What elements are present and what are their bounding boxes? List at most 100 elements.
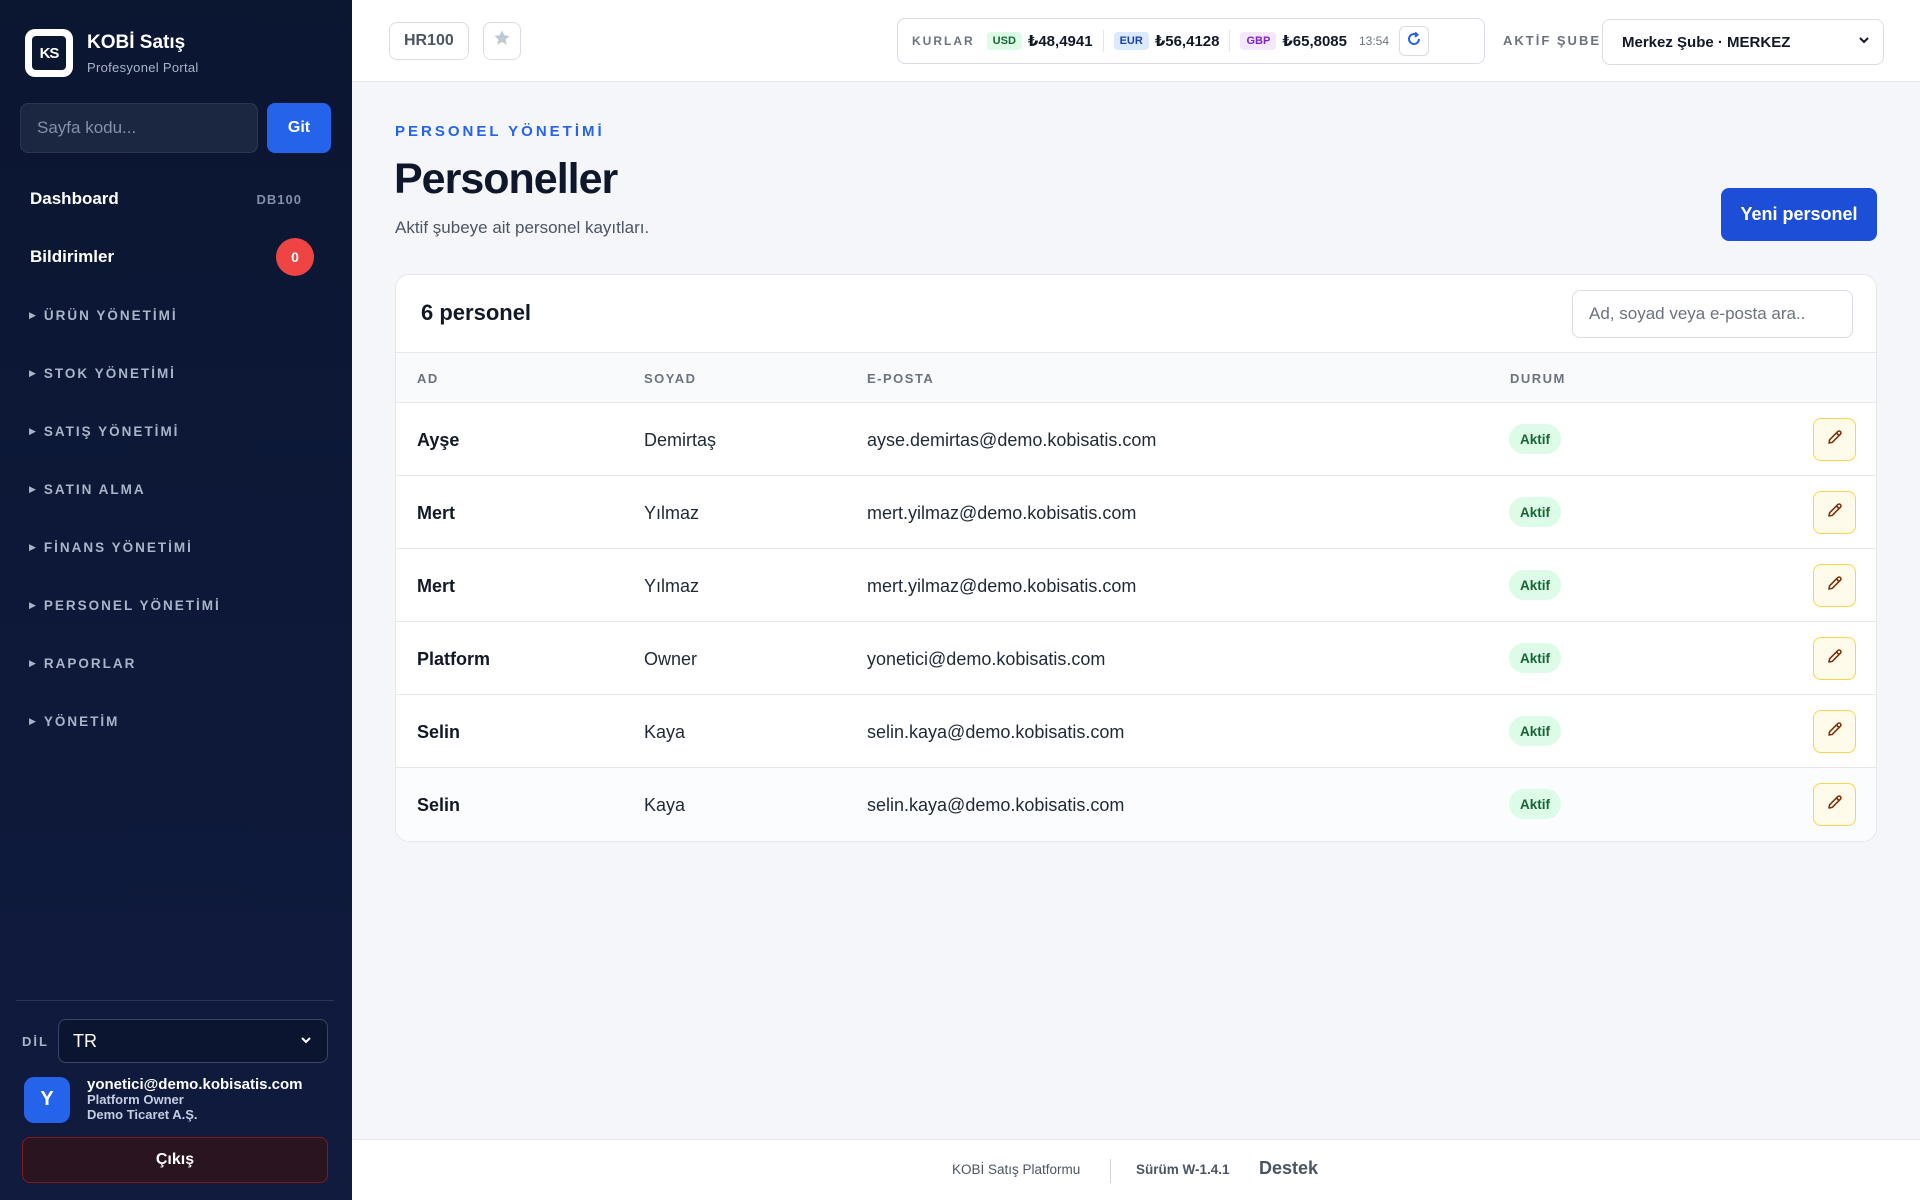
caret-right-icon: ▶	[29, 483, 38, 494]
cell-eposta: mert.yilmaz@demo.kobisatis.com	[867, 503, 1137, 523]
rate-usd: USD ₺48,4941	[986, 32, 1093, 50]
new-personnel-button[interactable]: Yeni personel	[1721, 188, 1877, 241]
topbar: HR100 KURLAR USD ₺48,4941 EUR ₺56,4128 G…	[352, 0, 1920, 82]
status-badge: Aktif	[1509, 789, 1561, 819]
notification-count-badge: 0	[276, 238, 314, 276]
rates-label: KURLAR	[912, 34, 975, 48]
cell-ad: Selin	[417, 795, 461, 815]
support-link[interactable]: Destek	[1259, 1158, 1318, 1179]
currency-value: ₺65,8085	[1282, 33, 1347, 50]
rate-eur: EUR ₺56,4128	[1113, 32, 1220, 50]
language-select[interactable]: TR	[58, 1019, 328, 1063]
cell-ad: Selin	[417, 722, 461, 742]
sidebar-group-label: ÜRÜN YÖNETİMİ	[43, 307, 178, 323]
cell-eposta: ayse.demirtas@demo.kobisatis.com	[867, 430, 1157, 450]
page-code-search: Git	[20, 103, 331, 153]
language-row: DİL TR	[22, 1019, 328, 1063]
go-button[interactable]: Git	[267, 103, 331, 153]
caret-right-icon: ▶	[29, 541, 38, 552]
column-header-eposta[interactable]: E-POSTA	[867, 371, 934, 386]
logo-mark: KS	[32, 36, 66, 70]
sidebar-group[interactable]: ▶ PERSONEL YÖNETİMİ	[0, 576, 352, 634]
branch-value: Merkez Şube · MERKEZ	[1622, 33, 1791, 51]
edit-button[interactable]	[1813, 637, 1856, 680]
cell-ad: Mert	[417, 576, 456, 596]
pencil-icon	[1826, 428, 1844, 451]
edit-button[interactable]	[1813, 783, 1856, 826]
column-header-soyad[interactable]: SOYAD	[644, 371, 697, 386]
currency-code: GBP	[1240, 32, 1277, 50]
sidebar-item-code: DB100	[256, 191, 302, 207]
exchange-rates: KURLAR USD ₺48,4941 EUR ₺56,4128 GBP ₺65…	[897, 18, 1485, 64]
personnel-table-card: 6 personel AD SOYAD E-POSTA DURUM Ayşe De…	[395, 274, 1877, 842]
avatar: Y	[24, 1076, 70, 1123]
status-badge: Aktif	[1509, 497, 1561, 527]
sidebar: KS KOBİ Satış Profesyonel Portal Git Das…	[0, 0, 352, 1200]
sidebar-group[interactable]: ▶ STOK YÖNETİMİ	[0, 344, 352, 402]
cell-soyad: Yılmaz	[644, 576, 700, 596]
personnel-count: 6 personel	[421, 300, 532, 325]
page-code-input[interactable]	[20, 103, 258, 153]
sidebar-item-label: Dashboard	[30, 189, 119, 208]
cell-ad: Mert	[417, 503, 456, 523]
sidebar-group[interactable]: ▶ RAPORLAR	[0, 634, 352, 692]
sidebar-item-dashboard[interactable]: Dashboard DB100	[0, 170, 352, 228]
pencil-icon	[1826, 647, 1844, 670]
sidebar-nav: Dashboard DB100 Bildirimler 0 ▶ ÜRÜN YÖNE…	[0, 170, 352, 750]
sidebar-group-label: PERSONEL YÖNETİMİ	[43, 597, 221, 613]
sidebar-item-notifications[interactable]: Bildirimler 0	[0, 228, 352, 286]
favorite-button[interactable]	[483, 22, 521, 60]
brand[interactable]: KS KOBİ Satış Profesyonel Portal	[25, 29, 199, 77]
cell-eposta: yonetici@demo.kobisatis.com	[867, 649, 1106, 669]
cell-soyad: Kaya	[644, 795, 686, 815]
sidebar-group[interactable]: ▶ SATIN ALMA	[0, 460, 352, 518]
pencil-icon	[1826, 574, 1844, 597]
table-row: Platform Owner yonetici@demo.kobisatis.com…	[396, 622, 1876, 695]
currency-code: EUR	[1113, 32, 1149, 50]
status-badge: Aktif	[1509, 643, 1561, 673]
cell-ad: Platform	[417, 649, 491, 669]
currency-value: ₺56,4128	[1154, 33, 1220, 50]
branch-label: AKTİF ŞUBE	[1503, 33, 1601, 48]
branch-select[interactable]: Merkez Şube · MERKEZ	[1602, 19, 1884, 65]
edit-button[interactable]	[1813, 418, 1856, 461]
table-row: Mert Yılmaz mert.yilmaz@demo.kobisatis.com…	[396, 549, 1876, 622]
caret-right-icon: ▶	[29, 425, 38, 436]
sidebar-group-label: SATIN ALMA	[43, 481, 146, 497]
currency-code: USD	[986, 32, 1022, 50]
logout-button[interactable]: Çıkış	[22, 1137, 328, 1183]
table-body: Ayşe Demirtaş ayse.demirtas@demo.kobisatis…	[396, 403, 1876, 841]
column-header-durum[interactable]: DURUM	[1510, 371, 1566, 386]
currency-value: ₺48,4941	[1027, 33, 1093, 50]
footer-version: Sürüm W-1.4.1	[1136, 1162, 1230, 1177]
cell-soyad: Yılmaz	[644, 503, 700, 523]
column-header-ad[interactable]: AD	[417, 371, 439, 386]
sidebar-group[interactable]: ▶ YÖNETİM	[0, 692, 352, 750]
user-email: yonetici@demo.kobisatis.com	[87, 1076, 303, 1093]
cell-eposta: mert.yilmaz@demo.kobisatis.com	[867, 576, 1137, 596]
cell-ad: Ayşe	[417, 430, 460, 450]
table-header-bar: 6 personel	[396, 275, 1876, 353]
pencil-icon	[1826, 501, 1844, 524]
edit-button[interactable]	[1813, 491, 1856, 534]
refresh-icon	[1406, 31, 1422, 52]
status-badge: Aktif	[1509, 570, 1561, 600]
brand-name: KOBİ Satış	[87, 31, 186, 53]
personnel-search-input[interactable]	[1572, 290, 1853, 338]
caret-right-icon: ▶	[29, 715, 38, 726]
user-company: Demo Ticaret A.Ş.	[87, 1107, 198, 1123]
sidebar-group[interactable]: ▶ FİNANS YÖNETİMİ	[0, 518, 352, 576]
table-head: AD SOYAD E-POSTA DURUM	[396, 353, 1876, 403]
table-row: Mert Yılmaz mert.yilmaz@demo.kobisatis.com…	[396, 476, 1876, 549]
page-title: Personeller	[394, 155, 618, 203]
pencil-icon	[1826, 793, 1844, 816]
caret-right-icon: ▶	[29, 367, 38, 378]
sidebar-group[interactable]: ▶ SATIŞ YÖNETİMİ	[0, 402, 352, 460]
sidebar-group[interactable]: ▶ ÜRÜN YÖNETİMİ	[0, 286, 352, 344]
edit-button[interactable]	[1813, 564, 1856, 607]
cell-soyad: Owner	[644, 649, 698, 669]
refresh-rates-button[interactable]	[1399, 26, 1430, 56]
chevron-down-icon	[299, 1033, 313, 1050]
edit-button[interactable]	[1813, 710, 1856, 753]
page-subtitle: Aktif şubeye ait personel kayıtları.	[395, 218, 650, 237]
